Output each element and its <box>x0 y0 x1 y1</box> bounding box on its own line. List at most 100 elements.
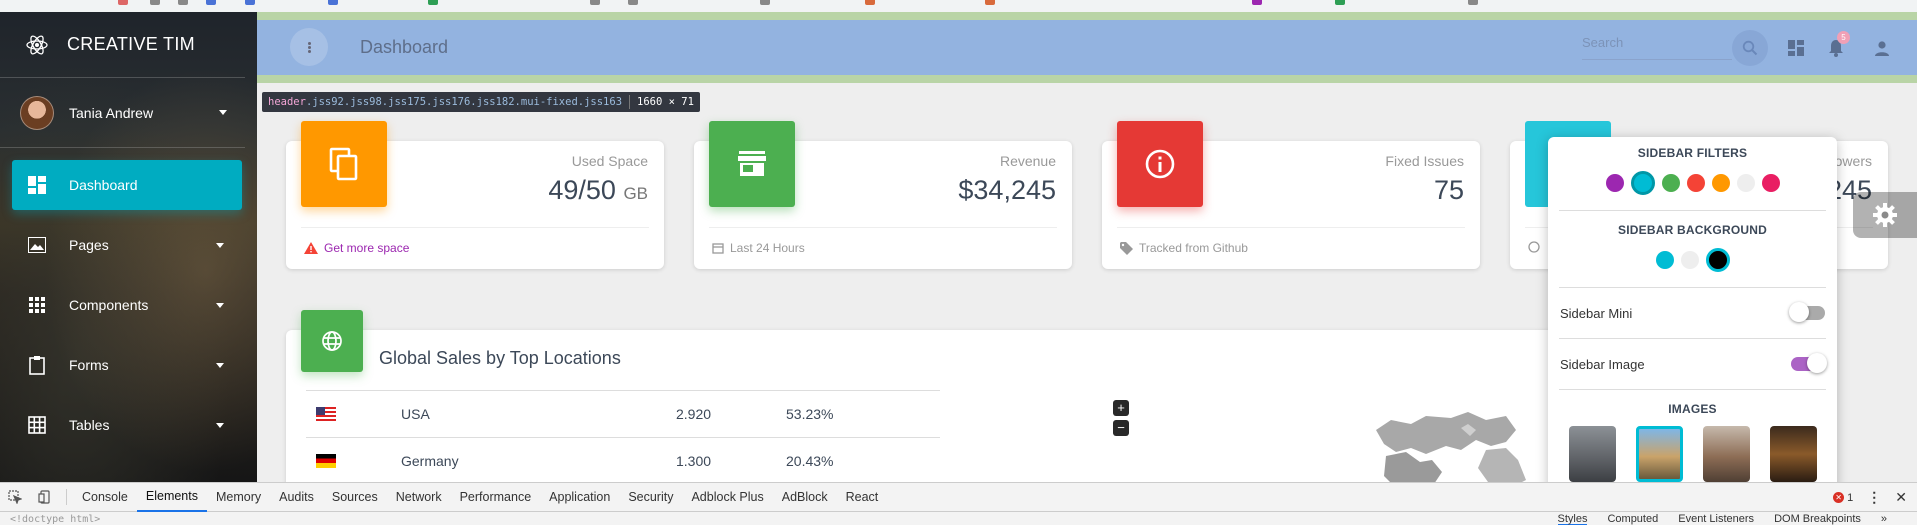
inspect-tag: header <box>268 96 306 108</box>
search-field[interactable] <box>1582 34 1732 60</box>
filter-color-orange[interactable] <box>1711 174 1730 192</box>
search-input[interactable] <box>1582 35 1722 50</box>
card-value: $34,245 <box>958 175 1056 205</box>
bookmark-icon[interactable] <box>760 0 770 5</box>
bookmark-icon[interactable] <box>985 0 995 5</box>
map-zoom-out-button[interactable]: − <box>1113 420 1129 436</box>
warning-icon <box>304 242 318 254</box>
filter-color-red[interactable] <box>1686 174 1705 192</box>
filter-color-white[interactable] <box>1736 174 1755 192</box>
date-range-icon <box>712 243 724 254</box>
sidebar-image-thumb[interactable] <box>1635 426 1683 482</box>
devtools-tab-elements[interactable]: Elements <box>136 483 207 512</box>
inspect-element-button[interactable] <box>0 483 30 512</box>
sidebar-item-dashboard[interactable]: Dashboard <box>12 160 242 210</box>
person-icon <box>1875 41 1889 56</box>
cursor-select-icon <box>8 490 22 504</box>
filter-color-blue[interactable] <box>1630 171 1655 195</box>
sidebar-item-pages[interactable]: Pages <box>12 220 242 270</box>
chevron-down-icon <box>216 302 224 308</box>
devtools-tab-application[interactable]: Application <box>540 483 619 512</box>
background-color-blue[interactable] <box>1655 251 1674 269</box>
more-tabs-icon[interactable]: » <box>1881 513 1887 525</box>
bookmark-icon[interactable] <box>245 0 255 5</box>
devtools-tab-adblock[interactable]: AdBlock <box>773 483 837 512</box>
error-counter[interactable]: ✕ 1 <box>1833 492 1853 504</box>
sidebar-item-label: Pages <box>69 237 109 253</box>
sidebar-mini-toggle[interactable] <box>1789 302 1825 322</box>
bookmark-icon[interactable] <box>865 0 875 5</box>
sidebar-item-components[interactable]: Components <box>12 280 242 330</box>
chevron-down-icon <box>216 362 224 368</box>
bookmark-icon[interactable] <box>628 0 638 5</box>
map-zoom-in-button[interactable]: + <box>1113 400 1129 416</box>
bookmark-icon[interactable] <box>150 0 160 5</box>
devtools-tab-performance[interactable]: Performance <box>451 483 541 512</box>
sidebar-image-toggle[interactable] <box>1791 353 1827 373</box>
sidebar-image-thumb[interactable] <box>1702 426 1750 482</box>
bookmarks-bar <box>0 0 1917 12</box>
sidebar-item-tables[interactable]: Tables <box>12 400 242 450</box>
react-logo-icon <box>26 34 48 55</box>
search-button[interactable] <box>1732 30 1768 66</box>
filter-color-rose[interactable] <box>1761 174 1780 192</box>
filter-color-purple[interactable] <box>1605 174 1624 192</box>
error-icon: ✕ <box>1833 492 1845 503</box>
sidebar-item-label: Components <box>69 297 149 313</box>
sidebar-filters-heading: SIDEBAR FILTERS <box>1637 146 1748 160</box>
close-icon[interactable]: ✕ <box>1895 489 1907 506</box>
filter-color-green[interactable] <box>1661 174 1680 192</box>
avatar <box>20 95 54 130</box>
doctype-line[interactable]: <!doctype html> <box>0 512 1558 525</box>
images-heading: IMAGES <box>1668 402 1717 416</box>
devtools-tab-console[interactable]: Console <box>73 483 137 512</box>
side-tab-computed[interactable]: Computed <box>1607 513 1658 525</box>
stat-card-revenue: Revenue $34,245 Last 24 Hours <box>694 121 1072 269</box>
side-tab-styles[interactable]: Styles <box>1557 513 1588 525</box>
profile-button[interactable] <box>1864 30 1900 66</box>
bookmark-icon[interactable] <box>1335 0 1345 5</box>
brand-name: CREATIVE TIM <box>67 34 195 54</box>
bookmark-icon[interactable] <box>1468 0 1478 5</box>
devtools-tab-audits[interactable]: Audits <box>270 483 323 512</box>
more-options-icon[interactable]: ⋮ <box>1867 489 1881 506</box>
user-menu[interactable]: Tania Andrew <box>0 78 245 148</box>
get-more-space-link[interactable]: Get more space <box>324 241 409 255</box>
settings-toggle-button[interactable] <box>1853 192 1917 238</box>
percent-cell: 20.43% <box>786 437 940 485</box>
bookmark-icon[interactable] <box>178 0 188 5</box>
search-icon <box>1742 40 1758 56</box>
card-footer: Last 24 Hours <box>712 241 805 255</box>
sidebar-minimize-button[interactable] <box>290 28 328 66</box>
grid-on-icon <box>27 415 47 435</box>
bookmark-icon[interactable] <box>328 0 338 5</box>
bookmark-icon[interactable] <box>118 0 128 5</box>
side-tab-event-listeners[interactable]: Event Listeners <box>1678 513 1754 525</box>
devtools-tab-adblock-plus[interactable]: Adblock Plus <box>682 483 772 512</box>
bookmark-icon[interactable] <box>590 0 600 5</box>
sidebar-item-label: Forms <box>69 357 109 373</box>
notifications-button[interactable]: 5 <box>1818 30 1854 66</box>
sidebar-image-thumb[interactable] <box>1769 426 1817 482</box>
device-toolbar-button[interactable] <box>30 483 60 512</box>
bookmark-icon[interactable] <box>1252 0 1262 5</box>
sidebar-image-thumb[interactable] <box>1568 426 1616 482</box>
devtools-tab-network[interactable]: Network <box>387 483 451 512</box>
bookmark-icon[interactable] <box>428 0 438 5</box>
sidebar-item-forms[interactable]: Forms <box>12 340 242 390</box>
devtools-tab-security[interactable]: Security <box>619 483 682 512</box>
brand[interactable]: CREATIVE TIM <box>0 12 245 78</box>
inspect-size: 1660 × 71 <box>637 96 694 108</box>
devtools-tab-memory[interactable]: Memory <box>207 483 270 512</box>
stat-card-used-space: Used Space 49/50 GB Get more space <box>286 121 664 269</box>
local-offer-icon <box>1120 241 1133 255</box>
devtools-tab-sources[interactable]: Sources <box>323 483 387 512</box>
dashboard-button[interactable] <box>1778 30 1814 66</box>
card-category: Used Space <box>571 153 648 169</box>
chevron-down-icon <box>216 422 224 428</box>
devtools-tab-react[interactable]: React <box>837 483 888 512</box>
bookmark-icon[interactable] <box>206 0 216 5</box>
background-color-white[interactable] <box>1680 251 1699 269</box>
side-tab-dom-breakpoints[interactable]: DOM Breakpoints <box>1774 513 1861 525</box>
background-color-black[interactable] <box>1705 248 1730 272</box>
